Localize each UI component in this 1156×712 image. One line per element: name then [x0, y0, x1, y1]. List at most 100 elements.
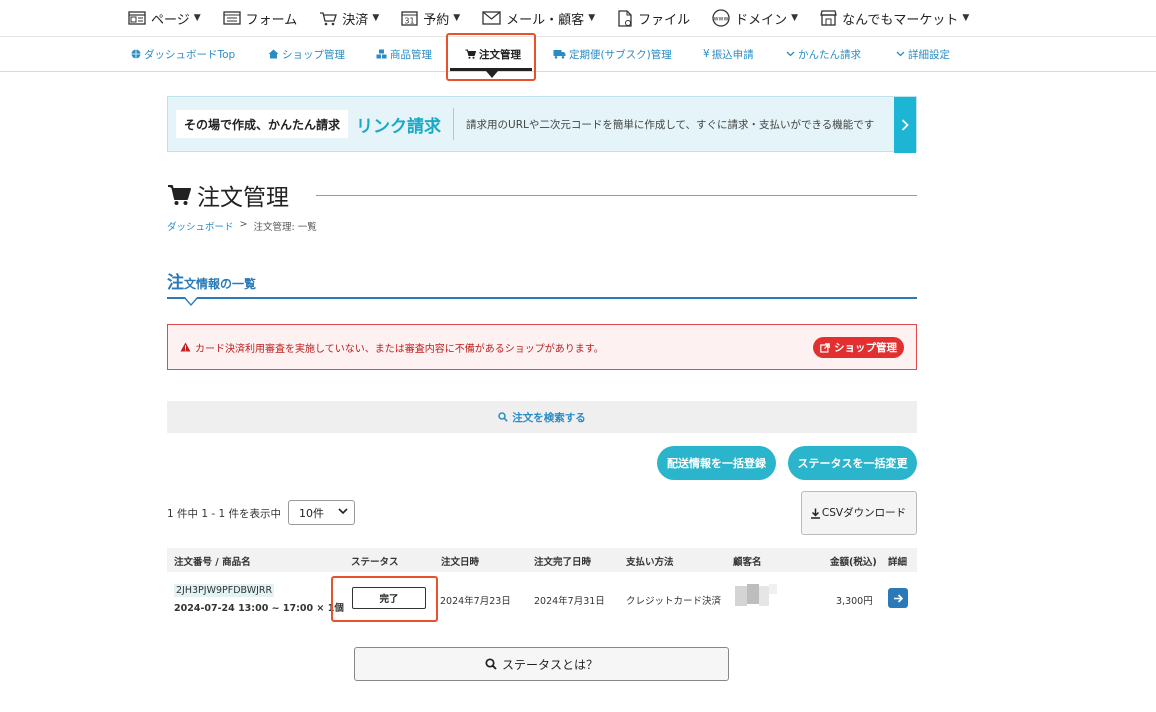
- search-label: 注文を検索する: [512, 411, 586, 424]
- bulk-status-button[interactable]: ステータスを一括変更: [788, 446, 917, 480]
- external-link-icon: [820, 342, 830, 353]
- www-icon-text: www: [714, 16, 729, 23]
- subnav-label: ダッシュボードTop: [144, 48, 236, 61]
- cart-icon: [320, 11, 338, 25]
- highlight-box-status: [331, 576, 438, 622]
- topnav-item-page[interactable]: ページ ▼: [128, 0, 201, 36]
- search-icon: [485, 658, 497, 670]
- subnav-label: 商品管理: [390, 48, 432, 61]
- topnav-item-market[interactable]: なんでもマーケット ▼: [820, 0, 969, 36]
- orders-table-header: 注文番号 / 商品名 ステータス 注文日時 注文完了日時 支払い方法 顧客名 金…: [167, 548, 917, 572]
- home-icon: [268, 49, 279, 59]
- card-review-alert: カード決済利用審査を実施していない、または審査内容に不備があるショップがあります…: [167, 324, 917, 370]
- subnav-item-subscription[interactable]: 定期便(サブスク)管理: [553, 37, 672, 71]
- topnav-item-reservation[interactable]: 31 予約 ▼: [401, 0, 460, 36]
- topnav-label: ページ: [151, 12, 190, 28]
- subnav-item-dashboard[interactable]: ダッシュボードTop: [131, 37, 235, 71]
- download-icon: [811, 508, 820, 519]
- chevron-down-icon: ▼: [791, 13, 799, 23]
- status-help-label: ステータスとは？: [501, 657, 598, 672]
- detail-arrow-button[interactable]: [888, 588, 908, 608]
- calendar-icon: 31: [401, 11, 418, 26]
- topnav-label: なんでもマーケット: [842, 12, 959, 28]
- file-icon: [618, 9, 632, 27]
- www-icon: www: [712, 9, 730, 27]
- alert-message: カード決済利用審査を実施していない、または審査内容に不備があるショップがあります…: [180, 340, 604, 355]
- bulk-shipping-button[interactable]: 配送情報を一括登録: [657, 446, 776, 480]
- chevron-down-icon: ▼: [193, 13, 201, 23]
- shop-management-label: ショップ管理: [834, 342, 897, 354]
- subnav-item-transfer[interactable]: ¥ 振込申請: [703, 37, 754, 71]
- per-page-select[interactable]: 10件: [288, 500, 355, 525]
- warning-icon: [180, 342, 191, 352]
- breadcrumb-home[interactable]: ダッシュボード: [167, 219, 234, 233]
- subnav-divider: [0, 71, 1156, 72]
- chevron-down-icon: ▼: [962, 13, 970, 23]
- link-invoice-banner[interactable]: その場で作成、かんたん請求 リンク請求 請求用のURLや二次元コードを簡単に作成…: [167, 96, 917, 153]
- subnav-item-products[interactable]: 商品管理: [376, 37, 432, 71]
- banner-title: リンク請求: [356, 116, 442, 137]
- chevron-down-icon: [896, 51, 905, 57]
- order-number-link[interactable]: 2JH3PJW9PFDBWJRR: [174, 584, 275, 597]
- customer-name-redacted-icon: [735, 584, 777, 606]
- subnav-label: かんたん請求: [798, 48, 861, 61]
- chevron-down-icon: [786, 51, 795, 57]
- section-title-rest: 文情報の一覧: [184, 277, 257, 291]
- subnav-label: 振込申請: [711, 48, 754, 61]
- chevron-down-icon: ▼: [453, 13, 461, 23]
- calendar-icon-text: 31: [405, 17, 415, 26]
- mail-icon: [482, 11, 501, 25]
- section-notch-inner: [185, 297, 197, 304]
- chevron-down-icon: ▼: [588, 13, 596, 23]
- status-help-button[interactable]: ステータスとは？: [354, 647, 729, 681]
- section-title-first-char: 注: [167, 273, 184, 293]
- subnav-label: 詳細設定: [908, 48, 950, 61]
- chevron-down-icon: [338, 507, 348, 518]
- chevron-right-icon[interactable]: [894, 97, 916, 153]
- topnav-item-payment[interactable]: 決済 ▼: [319, 0, 379, 36]
- th-detail: 詳細: [888, 557, 908, 568]
- arrow-right-icon: [894, 593, 903, 603]
- subnav-label: 定期便(サブスク)管理: [569, 48, 672, 61]
- topnav-label: 決済: [342, 12, 369, 28]
- page-title: 注文管理: [167, 178, 289, 212]
- topnav-label: ドメイン: [735, 12, 788, 28]
- globe-icon: [131, 49, 141, 59]
- th-amount: 金額(税込): [830, 557, 877, 568]
- topnav-item-form[interactable]: フォーム: [223, 0, 297, 36]
- th-payment: 支払い方法: [626, 557, 674, 568]
- order-search-toggle[interactable]: 注文を検索する: [167, 401, 917, 433]
- per-page-value: 10件: [299, 506, 324, 520]
- th-order-no: 注文番号 / 商品名: [174, 557, 251, 568]
- chevron-down-icon: ▼: [372, 13, 380, 23]
- order-date: 2024年7月23日: [440, 596, 511, 607]
- th-order-date: 注文日時: [441, 557, 480, 568]
- section-title: 注文情報の一覧: [167, 268, 256, 293]
- form-icon: [223, 11, 241, 25]
- subnav-item-easy-invoice[interactable]: かんたん請求: [786, 37, 861, 71]
- cubes-icon: [376, 49, 387, 59]
- title-rule: [316, 195, 917, 196]
- order-product-link[interactable]: 2024-07-24 13:00 ~ 17:00 × 1個: [174, 600, 344, 614]
- topnav-item-domain[interactable]: www ドメイン ▼: [712, 0, 798, 36]
- result-count: 1 件中 1 - 1 件を表示中: [167, 508, 282, 520]
- top-nav: ページ ▼ フォーム 決済 ▼ 31 予約 ▼ メール・顧客 ▼ ファイル ww…: [0, 0, 1156, 36]
- topnav-item-file[interactable]: ファイル: [617, 0, 690, 36]
- topnav-item-mail[interactable]: メール・顧客 ▼: [482, 0, 595, 36]
- alert-text: カード決済利用審査を実施していない、または審査内容に不備があるショップがあります…: [195, 343, 604, 355]
- amount: 3,300円: [836, 596, 873, 607]
- page-title-text: 注文管理: [197, 185, 289, 211]
- topnav-label: メール・顧客: [506, 12, 585, 28]
- payment-method: クレジットカード決済: [626, 596, 722, 607]
- subnav-item-settings[interactable]: 詳細設定: [896, 37, 950, 71]
- subnav-item-shop[interactable]: ショップ管理: [268, 37, 345, 71]
- table-row: 2JH3PJW9PFDBWJRR 2024-07-24 13:00 ~ 17:0…: [167, 574, 917, 624]
- th-status: ステータス: [351, 557, 399, 568]
- breadcrumb: ダッシュボード > 注文管理: 一覧: [167, 219, 317, 233]
- csv-download-button[interactable]: CSVダウンロード: [801, 491, 917, 535]
- complete-date: 2024年7月31日: [534, 596, 605, 607]
- shop-management-button[interactable]: ショップ管理: [813, 337, 904, 358]
- search-icon: [498, 412, 509, 422]
- truck-icon: [553, 50, 566, 59]
- th-complete-date: 注文完了日時: [534, 557, 592, 568]
